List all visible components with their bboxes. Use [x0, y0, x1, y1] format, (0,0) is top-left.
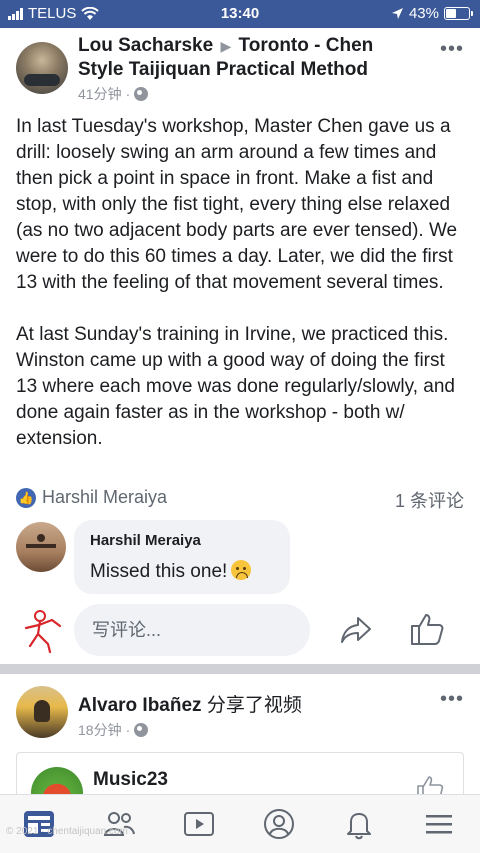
- more-options-icon[interactable]: •••: [440, 38, 464, 61]
- post-meta: 41分钟 ·: [78, 84, 149, 104]
- post-body: In last Tuesday's workshop, Master Chen …: [16, 114, 466, 478]
- write-comment-input[interactable]: 写评论...: [74, 604, 310, 656]
- post-header: Lou Sacharske ▶ Toronto - Chen Style Tai…: [0, 28, 480, 108]
- menu-icon[interactable]: [422, 807, 456, 841]
- comment-count[interactable]: 1 条评论: [395, 487, 464, 513]
- status-bar: TELUS 13:40 43%: [0, 0, 480, 28]
- author-avatar[interactable]: [16, 686, 68, 738]
- globe-icon: [134, 87, 149, 101]
- author-line: Lou Sacharske ▶ Toronto - Chen Style Tai…: [78, 34, 418, 82]
- author-name[interactable]: Lou Sacharske: [78, 35, 213, 56]
- comment-bubble[interactable]: Harshil Meraiya Missed this one!: [74, 520, 290, 594]
- watch-icon[interactable]: [182, 807, 216, 841]
- bottom-tab-bar: [0, 794, 480, 853]
- status-right: 43%: [391, 5, 473, 22]
- commenter-avatar[interactable]: [16, 522, 66, 572]
- shared-page-name[interactable]: Music23: [93, 769, 168, 791]
- like-icon[interactable]: [408, 610, 446, 648]
- post2-action: 分享了视频: [206, 695, 302, 716]
- dot-separator: ·: [125, 722, 131, 738]
- comment-text-content: Missed this one!: [90, 561, 228, 582]
- reaction-names[interactable]: Harshil Meraiya: [42, 487, 167, 508]
- post-2: Alvaro Ibañez 分享了视频 18分钟 · ••• Music23: [0, 674, 480, 832]
- watermark: © 2021 · chentaijiquan.com: [6, 826, 128, 837]
- reactions-row: 👍 Harshil Meraiya 1 条评论: [16, 484, 464, 514]
- sad-emoji-icon: [231, 560, 252, 580]
- share-icon[interactable]: [338, 612, 374, 648]
- comment: Harshil Meraiya Missed this one!: [16, 520, 464, 598]
- post-divider: [0, 664, 480, 674]
- commenter-name[interactable]: Harshil Meraiya: [90, 532, 201, 549]
- profile-icon[interactable]: [262, 807, 296, 841]
- write-comment-row: 写评论...: [16, 604, 464, 656]
- post-paragraph: In last Tuesday's workshop, Master Chen …: [16, 116, 458, 293]
- post2-time[interactable]: 18分钟: [78, 720, 122, 740]
- post2-meta: 18分钟 ·: [78, 720, 149, 740]
- author-avatar[interactable]: [16, 42, 68, 94]
- current-user-avatar: [16, 604, 68, 656]
- arrow-right-icon: ▶: [220, 38, 232, 54]
- more-options-icon[interactable]: •••: [440, 688, 464, 711]
- location-icon: [391, 8, 403, 19]
- comment-text: Missed this one!: [90, 560, 252, 583]
- like-reaction-icon: 👍: [16, 488, 36, 508]
- notifications-icon[interactable]: [342, 807, 376, 841]
- taiji-figure-icon: [24, 610, 62, 654]
- globe-icon: [134, 723, 149, 737]
- battery-percent: 43%: [408, 5, 439, 22]
- post-time[interactable]: 41分钟: [78, 84, 122, 104]
- post2-author-line: Alvaro Ibañez 分享了视频: [78, 690, 302, 717]
- dot-separator: ·: [125, 86, 131, 102]
- post-paragraph: At last Sunday's training in Irvine, we …: [16, 324, 455, 449]
- post2-author-name[interactable]: Alvaro Ibañez: [78, 695, 202, 716]
- battery-icon: [444, 7, 473, 20]
